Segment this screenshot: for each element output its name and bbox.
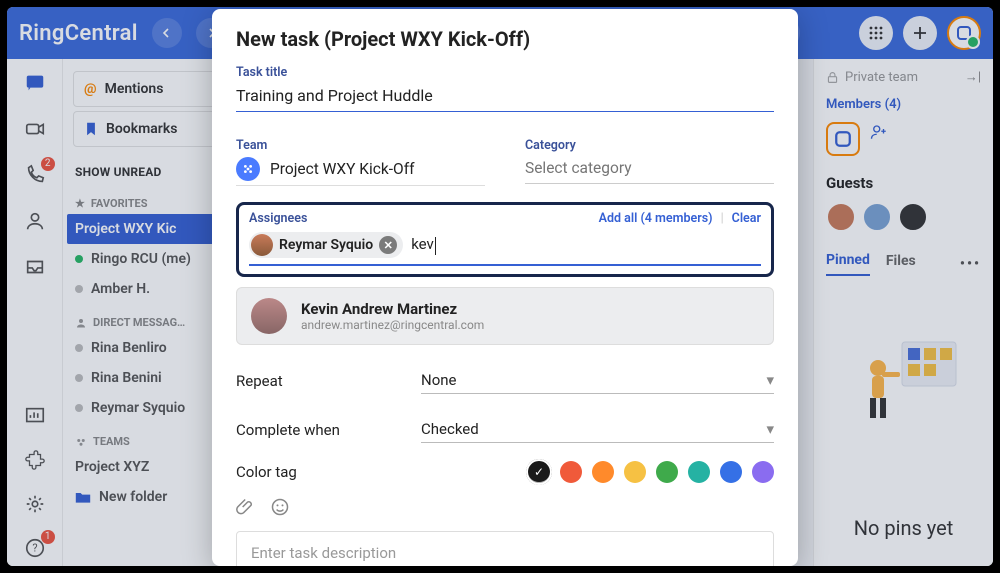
clear-link[interactable]: Clear (732, 211, 761, 226)
color-swatch[interactable] (560, 461, 582, 483)
suggestion-email: andrew.martinez@ringcentral.com (301, 318, 484, 332)
complete-when-select[interactable]: Checked ▾ (421, 416, 774, 443)
paperclip-icon (236, 497, 256, 517)
team-selector[interactable]: Project WXY Kick-Off (236, 153, 485, 186)
color-tag-label: Color tag (236, 463, 421, 481)
description-input[interactable]: Enter task description (236, 531, 774, 566)
task-title-label: Task title (236, 65, 774, 80)
remove-chip-button[interactable]: ✕ (379, 236, 397, 254)
text-cursor (435, 237, 436, 255)
category-input[interactable] (525, 153, 774, 184)
color-swatch[interactable] (624, 461, 646, 483)
task-title-input[interactable] (236, 80, 774, 112)
team-label: Team (236, 138, 485, 153)
assignee-suggestion[interactable]: Kevin Andrew Martinez andrew.martinez@ri… (236, 287, 774, 345)
repeat-select[interactable]: None ▾ (421, 367, 774, 394)
avatar (251, 298, 287, 334)
color-swatch[interactable] (688, 461, 710, 483)
color-swatch[interactable] (592, 461, 614, 483)
attach-button[interactable] (236, 497, 256, 521)
emoji-button[interactable] (270, 497, 290, 521)
chevron-down-icon: ▾ (766, 371, 774, 389)
avatar (251, 234, 273, 256)
assignees-label: Assignees (249, 211, 307, 226)
category-label: Category (525, 138, 774, 153)
add-all-link[interactable]: Add all (4 members) (599, 211, 713, 226)
suggestion-name: Kevin Andrew Martinez (301, 300, 484, 318)
chevron-down-icon: ▾ (766, 420, 774, 438)
team-value: Project WXY Kick-Off (270, 160, 415, 178)
assignee-chip-label: Reymar Syquio (279, 237, 373, 253)
color-swatch[interactable] (528, 461, 550, 483)
assignee-chip[interactable]: Reymar Syquio ✕ (249, 232, 403, 258)
smile-icon (270, 497, 290, 517)
color-swatch[interactable] (656, 461, 678, 483)
color-swatch[interactable] (752, 461, 774, 483)
complete-when-label: Complete when (236, 421, 421, 439)
color-swatches (528, 461, 774, 483)
team-icon (236, 157, 260, 181)
color-swatch[interactable] (720, 461, 742, 483)
new-task-modal: New task (Project WXY Kick-Off) Task tit… (212, 9, 798, 566)
modal-title: New task (Project WXY Kick-Off) (236, 27, 774, 51)
repeat-label: Repeat (236, 372, 421, 390)
assignee-input[interactable]: kev (411, 235, 436, 254)
